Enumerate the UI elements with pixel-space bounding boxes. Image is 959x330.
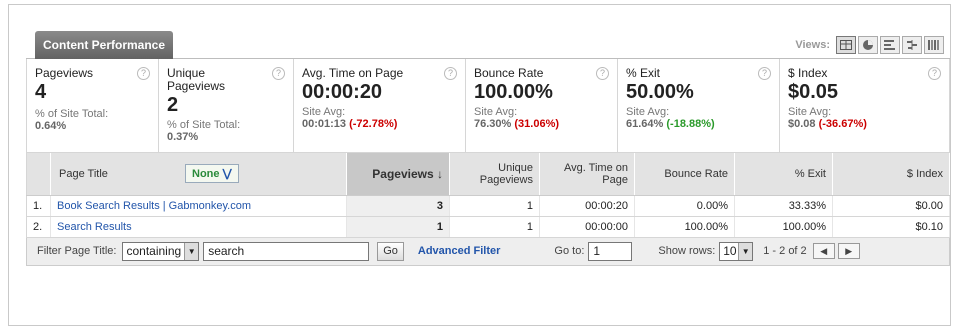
help-icon[interactable]: ? — [272, 67, 285, 80]
metric-avg: 00:01:13 (-72.78%) — [302, 118, 398, 130]
tab-bar: Content Performance Views: — [26, 31, 950, 59]
metric-title: Pageviews — [35, 66, 94, 80]
filter-label: Filter Page Title: — [37, 245, 117, 257]
metric-sub-label: Site Avg: — [474, 106, 518, 118]
unique-cell: 1 — [449, 195, 540, 217]
index-cell: $0.00 — [832, 195, 950, 217]
help-icon[interactable]: ? — [758, 67, 771, 80]
table-view-icon[interactable] — [836, 36, 856, 54]
pivot-view-icon[interactable] — [924, 36, 944, 54]
views-switcher: Views: — [795, 35, 944, 55]
chevron-down-icon: ⋁ — [222, 168, 232, 180]
bar-view-icon[interactable] — [880, 36, 900, 54]
page-title-cell: Book Search Results | Gabmonkey.com — [50, 195, 347, 217]
pageviews-cell: 3 — [346, 195, 450, 217]
page-title-cell: Search Results — [50, 216, 347, 238]
metric-sub-label: Site Avg: — [626, 106, 670, 118]
metric-value: 50.00% — [626, 81, 694, 103]
page-title-header[interactable]: Page Title None ⋁ — [50, 153, 347, 196]
metric-avg: 0.37% — [167, 131, 199, 143]
metric-sub-label: % of Site Total: — [35, 108, 109, 120]
content-performance-card: Content Performance Views: Pageviews 4 %… — [26, 31, 950, 266]
metric-title: Avg. Time on Page — [302, 66, 404, 80]
row-number: 2. — [26, 216, 51, 238]
metric-sub-label: Site Avg: — [302, 106, 346, 118]
metric-exit: % Exit 50.00% Site Avg: 61.64% (-18.88%)… — [618, 59, 780, 152]
previous-page-icon[interactable]: ◀ — [812, 243, 835, 259]
bounce-rate-header[interactable]: Bounce Rate — [634, 153, 735, 196]
pageviews-cell: 1 — [346, 216, 450, 238]
metric-value: 00:00:20 — [302, 81, 383, 103]
help-icon[interactable]: ? — [137, 67, 150, 80]
pagination-range: 1 - 2 of 2 — [763, 245, 807, 257]
metric-value: $0.05 — [788, 81, 839, 103]
bounce-cell: 100.00% — [634, 216, 735, 238]
page-title-link[interactable]: Book Search Results | Gabmonkey.com — [57, 200, 251, 212]
next-page-icon[interactable]: ▶ — [837, 243, 860, 259]
metric-avg: 0.64% — [35, 120, 67, 132]
metric-value: 4 — [35, 81, 47, 103]
row-number: 1. — [26, 195, 51, 217]
dropdown-arrow-icon: ▼ — [738, 242, 753, 260]
metric-title: Bounce Rate — [474, 66, 544, 80]
metric-avg: 76.30% (31.06%) — [474, 118, 560, 130]
go-button[interactable]: Go — [377, 241, 404, 261]
metric-sub-label: Site Avg: — [788, 106, 832, 118]
filter-mode-select[interactable]: containing ▼ — [122, 241, 200, 261]
filter-bar: Filter Page Title: containing ▼ search G… — [26, 237, 950, 266]
exit-cell: 100.00% — [734, 216, 833, 238]
metric-title: Unique Pageviews — [167, 66, 226, 93]
goto-input[interactable]: 1 — [588, 241, 633, 261]
summary-metrics: Pageviews 4 % of Site Total: 0.64% ? Uni… — [26, 59, 950, 153]
metric-avg: $0.08 (-36.67%) — [788, 118, 867, 130]
metric-avg: 61.64% (-18.88%) — [626, 118, 715, 130]
index-header[interactable]: $ Index — [832, 153, 950, 196]
filter-query-input[interactable]: search — [203, 241, 370, 261]
metric-sub-label: % of Site Total: — [167, 119, 241, 131]
metric-title: $ Index — [788, 66, 828, 80]
metric-bounce-rate: Bounce Rate 100.00% Site Avg: 76.30% (31… — [466, 59, 618, 152]
dropdown-arrow-icon: ▼ — [184, 242, 199, 260]
unique-cell: 1 — [449, 216, 540, 238]
help-icon[interactable]: ? — [596, 67, 609, 80]
views-label: Views: — [795, 39, 830, 51]
avg-time-header[interactable]: Avg. Time on Page — [539, 153, 635, 196]
pie-view-icon[interactable] — [858, 36, 878, 54]
tab-content-performance[interactable]: Content Performance — [35, 31, 174, 59]
advanced-filter-link[interactable]: Advanced Filter — [418, 245, 501, 257]
pageviews-header[interactable]: Pageviews ↓ — [346, 153, 450, 196]
exit-cell: 33.33% — [734, 195, 833, 217]
row-number-header — [26, 153, 51, 196]
metric-unique-pageviews: Unique Pageviews 2 % of Site Total: 0.37… — [159, 59, 294, 152]
show-rows-select[interactable]: 10 ▼ — [719, 241, 754, 261]
index-cell: $0.10 — [832, 216, 950, 238]
metric-title: % Exit — [626, 66, 661, 80]
unique-pageviews-header[interactable]: Unique Pageviews — [449, 153, 540, 196]
table-row: 1. Book Search Results | Gabmonkey.com 3… — [26, 195, 950, 217]
secondary-dimension-dropdown[interactable]: None ⋁ — [185, 164, 239, 183]
table-header-row: Page Title None ⋁ Pageviews ↓ Unique Pag… — [26, 153, 950, 196]
avg-time-cell: 00:00:20 — [539, 195, 635, 217]
metric-index: $ Index $0.05 Site Avg: $0.08 (-36.67%) … — [780, 59, 949, 152]
bounce-cell: 0.00% — [634, 195, 735, 217]
data-table: Page Title None ⋁ Pageviews ↓ Unique Pag… — [26, 153, 950, 238]
metric-value: 2 — [167, 94, 179, 116]
help-icon[interactable]: ? — [928, 67, 941, 80]
help-icon[interactable]: ? — [444, 67, 457, 80]
exit-header[interactable]: % Exit — [734, 153, 833, 196]
metric-avg-time: Avg. Time on Page 00:00:20 Site Avg: 00:… — [294, 59, 466, 152]
table-row: 2. Search Results 1 1 00:00:00 100.00% 1… — [26, 216, 950, 238]
comparison-view-icon[interactable] — [902, 36, 922, 54]
metric-pageviews: Pageviews 4 % of Site Total: 0.64% ? — [27, 59, 159, 152]
goto-label: Go to: — [554, 245, 585, 257]
sort-down-arrow-icon: ↓ — [437, 166, 443, 181]
page-title-link[interactable]: Search Results — [57, 221, 132, 233]
avg-time-cell: 00:00:00 — [539, 216, 635, 238]
metric-value: 100.00% — [474, 81, 553, 103]
show-rows-label: Show rows: — [658, 245, 716, 257]
